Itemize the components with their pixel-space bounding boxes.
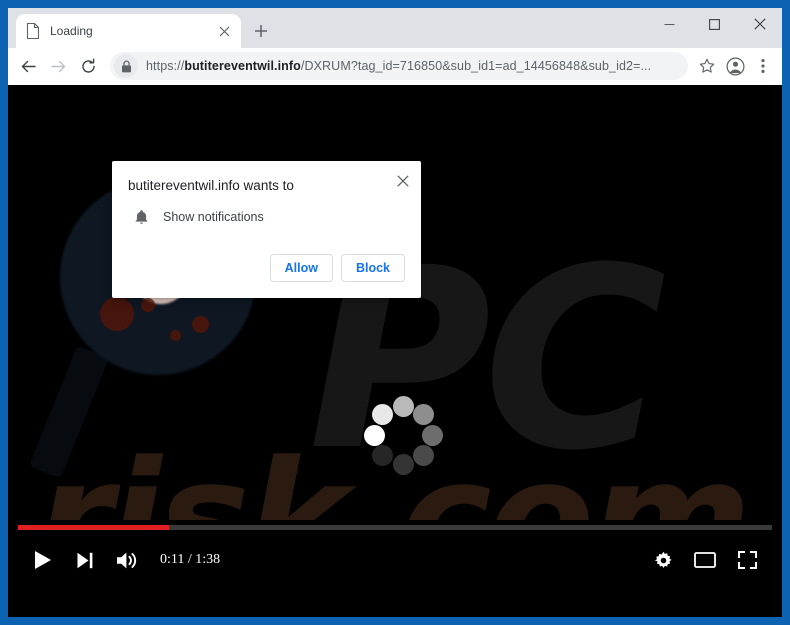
miniplayer-button[interactable] <box>684 539 726 581</box>
spinner-dot <box>392 395 414 417</box>
tab-close-icon[interactable] <box>216 23 232 39</box>
spinner-dot <box>371 445 393 466</box>
video-page: PC risk.com 0:11 / 1:38 butitereventwil.… <box>8 85 782 585</box>
bookmark-star-icon[interactable] <box>694 53 720 79</box>
magnifier-dot <box>100 297 134 331</box>
next-track-icon <box>77 552 93 569</box>
video-time-label: 0:11 / 1:38 <box>160 552 221 567</box>
back-arrow-icon <box>20 58 37 75</box>
play-button[interactable] <box>22 539 64 581</box>
reload-button[interactable] <box>74 52 102 80</box>
volume-button[interactable] <box>106 539 148 581</box>
loading-spinner <box>363 395 443 475</box>
fullscreen-icon <box>737 551 757 569</box>
browser-window: Loading https://butitereventwil.info/DXR… <box>0 0 790 625</box>
back-button[interactable] <box>14 52 42 80</box>
dialog-body: butitereventwil.info wants to Show notif… <box>112 161 421 240</box>
spinner-dot <box>363 424 385 446</box>
minimize-icon <box>664 19 675 30</box>
volume-icon <box>116 551 138 570</box>
bell-icon <box>134 209 149 226</box>
video-progress-bar[interactable] <box>18 525 772 530</box>
settings-button[interactable] <box>642 539 684 581</box>
spinner-dot <box>392 453 414 475</box>
reload-icon <box>80 58 97 75</box>
plus-icon <box>254 24 268 38</box>
dialog-permission-label: Show notifications <box>163 210 264 225</box>
browser-toolbar: https://butitereventwil.info/DXRUM?tag_i… <box>8 48 782 85</box>
dialog-close-icon[interactable] <box>393 171 413 191</box>
three-dots-menu-icon[interactable] <box>750 53 776 79</box>
next-button[interactable] <box>64 539 106 581</box>
browser-tab[interactable]: Loading <box>16 14 241 48</box>
block-button[interactable]: Block <box>340 253 405 282</box>
window-controls <box>647 8 782 40</box>
address-bar[interactable]: https://butitereventwil.info/DXRUM?tag_i… <box>110 52 688 80</box>
url-text: https://butitereventwil.info/DXRUM?tag_i… <box>146 59 652 73</box>
spinner-dot <box>413 445 434 466</box>
tab-strip: Loading <box>8 8 782 48</box>
browser-window-inner: Loading https://butitereventwil.info/DXR… <box>8 8 782 617</box>
magnifier-dot <box>170 330 181 341</box>
notification-permission-dialog: butitereventwil.info wants to Show notif… <box>112 161 421 298</box>
minimize-button[interactable] <box>647 8 692 40</box>
spinner-dot <box>421 424 443 446</box>
tab-title: Loading <box>50 24 93 38</box>
video-progress-played <box>18 525 169 530</box>
fullscreen-button[interactable] <box>726 539 768 581</box>
close-button[interactable] <box>737 8 782 40</box>
page-icon <box>25 23 41 39</box>
forward-arrow-icon <box>50 58 67 75</box>
account-icon[interactable] <box>722 53 748 79</box>
lock-icon[interactable] <box>114 54 138 78</box>
new-tab-button[interactable] <box>247 17 275 45</box>
allow-button[interactable]: Allow <box>269 253 333 282</box>
forward-button <box>44 52 72 80</box>
magnifier-dot <box>192 316 209 333</box>
maximize-icon <box>709 18 720 30</box>
magnifier-dot <box>141 298 155 312</box>
spinner-dot <box>413 403 434 425</box>
dialog-title: butitereventwil.info wants to <box>128 178 294 193</box>
dialog-actions: Allow Block <box>112 240 421 298</box>
miniplayer-icon <box>694 552 716 568</box>
spinner-dot <box>371 403 393 425</box>
close-icon <box>753 18 766 30</box>
video-controls: 0:11 / 1:38 <box>8 520 782 585</box>
gear-icon <box>654 551 673 570</box>
maximize-button[interactable] <box>692 8 737 40</box>
play-icon <box>34 550 52 570</box>
dialog-permission-row: Show notifications <box>128 195 405 234</box>
video-control-row: 0:11 / 1:38 <box>8 536 782 584</box>
